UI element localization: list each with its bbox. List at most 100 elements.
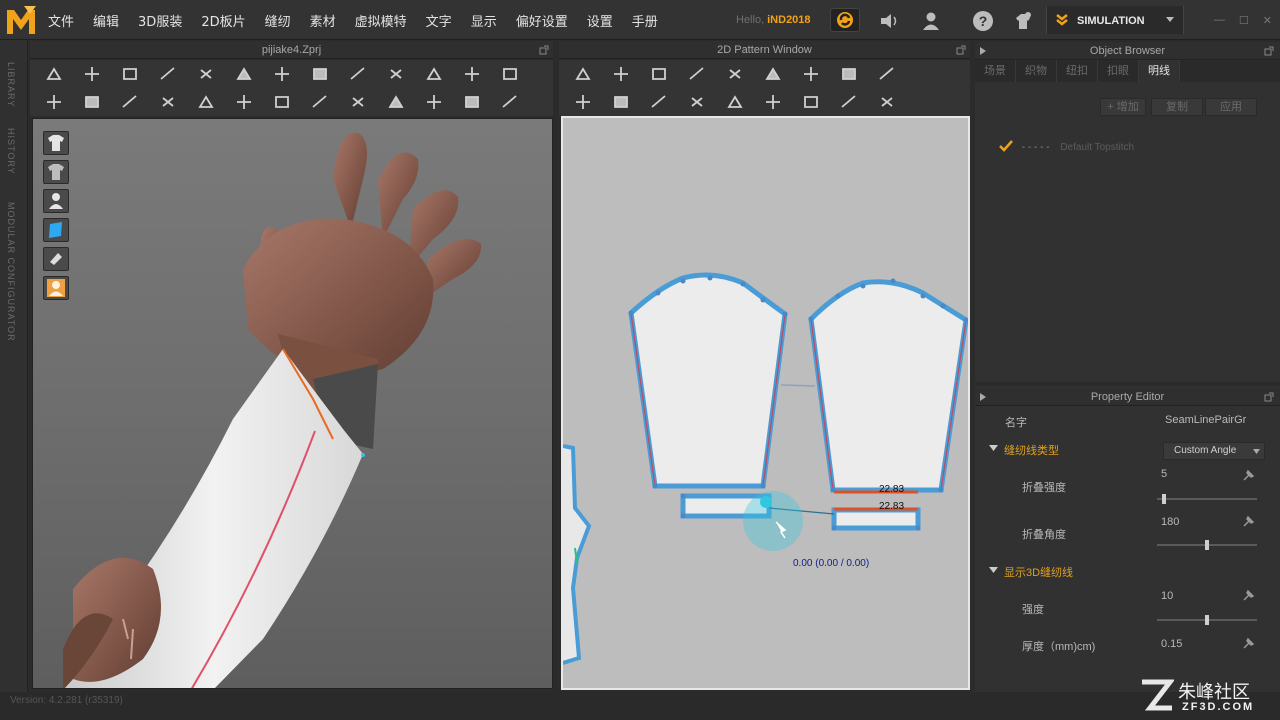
pin-icon[interactable] <box>1242 514 1256 528</box>
menu-item-0[interactable]: 文件 <box>48 11 74 30</box>
menu-item-5[interactable]: 素材 <box>310 11 336 30</box>
tb3d-tool-icon[interactable] <box>234 93 254 111</box>
tb2d-tool-icon[interactable] <box>839 93 859 111</box>
tb2d-tool-icon[interactable] <box>839 65 859 83</box>
history-tab[interactable]: HISTORY <box>6 128 16 175</box>
user-name[interactable]: iND2018 <box>767 14 810 26</box>
view3d-viewport[interactable] <box>32 118 553 689</box>
tb3d-tool-icon[interactable] <box>272 93 292 111</box>
speaker-icon[interactable] <box>878 10 900 32</box>
tb2d-tool-icon[interactable] <box>687 93 707 111</box>
menu-item-11[interactable]: 手册 <box>632 11 658 30</box>
tb3d-tool-icon[interactable] <box>386 93 406 111</box>
close-icon[interactable]: ✕ <box>1263 14 1272 27</box>
pin-icon[interactable] <box>1242 468 1256 482</box>
menu-item-8[interactable]: 显示 <box>471 11 497 30</box>
tb3d-tool-icon[interactable] <box>386 65 406 83</box>
tb3d-tool-icon[interactable] <box>310 65 330 83</box>
menu-item-6[interactable]: 虚拟模特 <box>355 11 407 30</box>
view2d-canvas[interactable]: 22.83 22.83 0.00 (0.00 / 0.00) <box>561 116 970 690</box>
tb2d-tool-icon[interactable] <box>611 93 631 111</box>
tb3d-tool-icon[interactable] <box>196 93 216 111</box>
tb2d-tool-icon[interactable] <box>877 65 897 83</box>
object-browser-tab-3[interactable]: 扣眼 <box>1098 60 1139 82</box>
tb3d-tool-icon[interactable] <box>158 93 178 111</box>
strength-value[interactable]: 10 <box>1161 590 1173 602</box>
tb3d-tool-icon[interactable] <box>44 93 64 111</box>
expand-icon[interactable] <box>1264 392 1274 402</box>
tb2d-tool-icon[interactable] <box>573 65 593 83</box>
object-browser-tab-4[interactable]: 明线 <box>1139 60 1180 82</box>
add-topstitch-button[interactable]: + 增加 <box>1100 98 1146 116</box>
minimize-icon[interactable]: — <box>1214 14 1225 27</box>
copy-button[interactable]: 复制 <box>1151 98 1203 116</box>
object-browser-tab-1[interactable]: 织物 <box>1016 60 1057 82</box>
expand-icon[interactable] <box>539 45 549 55</box>
show-avatar-button[interactable] <box>43 189 69 213</box>
tb3d-tool-icon[interactable] <box>120 65 140 83</box>
pin-icon[interactable] <box>1242 588 1256 602</box>
tb3d-tool-icon[interactable] <box>424 65 444 83</box>
expand-icon[interactable] <box>1264 46 1274 56</box>
tb3d-tool-icon[interactable] <box>234 65 254 83</box>
show-garment-solid-button[interactable] <box>43 160 69 184</box>
topstitch-item[interactable]: - - - - - Default Topstitch <box>999 140 1134 153</box>
tb3d-tool-icon[interactable] <box>348 93 368 111</box>
help-icon[interactable]: ? <box>972 10 994 32</box>
tb3d-tool-icon[interactable] <box>44 65 64 83</box>
thickness-value[interactable]: 0.15 <box>1161 638 1182 650</box>
tb2d-tool-icon[interactable] <box>687 65 707 83</box>
tb2d-tool-icon[interactable] <box>801 93 821 111</box>
library-tab[interactable]: LIBRARY <box>6 62 16 107</box>
collapse-icon[interactable] <box>989 567 998 574</box>
tb3d-tool-icon[interactable] <box>424 93 444 111</box>
maximize-icon[interactable]: ☐ <box>1239 14 1249 27</box>
tb3d-tool-icon[interactable] <box>462 65 482 83</box>
tb2d-tool-icon[interactable] <box>725 93 745 111</box>
expand-icon[interactable] <box>956 45 966 55</box>
menu-item-3[interactable]: 2D板片 <box>201 11 245 30</box>
object-browser-tab-2[interactable]: 纽扣 <box>1057 60 1098 82</box>
tb3d-tool-icon[interactable] <box>158 65 178 83</box>
tb3d-tool-icon[interactable] <box>500 65 520 83</box>
menu-item-10[interactable]: 设置 <box>587 11 613 30</box>
tb2d-tool-icon[interactable] <box>725 65 745 83</box>
arrow-right-icon[interactable] <box>979 393 987 401</box>
tb2d-tool-icon[interactable] <box>763 93 783 111</box>
tb3d-tool-icon[interactable] <box>120 93 140 111</box>
tb2d-tool-icon[interactable] <box>611 65 631 83</box>
tb2d-tool-icon[interactable] <box>649 65 669 83</box>
fold-strength-slider[interactable] <box>1157 494 1257 504</box>
tb3d-tool-icon[interactable] <box>310 93 330 111</box>
menu-item-2[interactable]: 3D服装 <box>138 11 182 30</box>
simulation-mode-select[interactable]: SIMULATION <box>1046 6 1184 34</box>
tb2d-tool-icon[interactable] <box>573 93 593 111</box>
tb3d-tool-icon[interactable] <box>82 65 102 83</box>
arrow-right-icon[interactable] <box>979 47 987 55</box>
tb2d-tool-icon[interactable] <box>649 93 669 111</box>
slider-handle[interactable] <box>1162 494 1166 504</box>
tb3d-tool-icon[interactable] <box>348 65 368 83</box>
modular-configurator-tab[interactable]: MODULAR CONFIGURATOR <box>6 202 16 342</box>
menu-item-9[interactable]: 偏好设置 <box>516 11 568 30</box>
show-fabric-button[interactable] <box>43 218 69 242</box>
name-value[interactable]: SeamLinePairGr <box>1165 414 1246 426</box>
tb3d-tool-icon[interactable] <box>82 93 102 111</box>
pin-icon[interactable] <box>1242 636 1256 650</box>
user-icon[interactable] <box>920 10 942 32</box>
tb3d-tool-icon[interactable] <box>272 65 292 83</box>
slider-handle[interactable] <box>1205 615 1209 625</box>
slider-handle[interactable] <box>1205 540 1209 550</box>
fold-angle-slider[interactable] <box>1157 540 1257 550</box>
menu-item-4[interactable]: 缝纫 <box>265 11 291 30</box>
object-browser-tab-0[interactable]: 场景 <box>975 60 1016 82</box>
tb2d-tool-icon[interactable] <box>877 93 897 111</box>
cloud-sync-button[interactable] <box>830 8 860 32</box>
menu-item-1[interactable]: 编辑 <box>93 11 119 30</box>
fold-strength-value[interactable]: 5 <box>1161 468 1167 480</box>
show-texture-button[interactable] <box>43 247 69 271</box>
tb2d-tool-icon[interactable] <box>801 65 821 83</box>
apply-button[interactable]: 应用 <box>1205 98 1257 116</box>
tb2d-tool-icon[interactable] <box>763 65 783 83</box>
garment-settings-icon[interactable] <box>1012 10 1034 32</box>
